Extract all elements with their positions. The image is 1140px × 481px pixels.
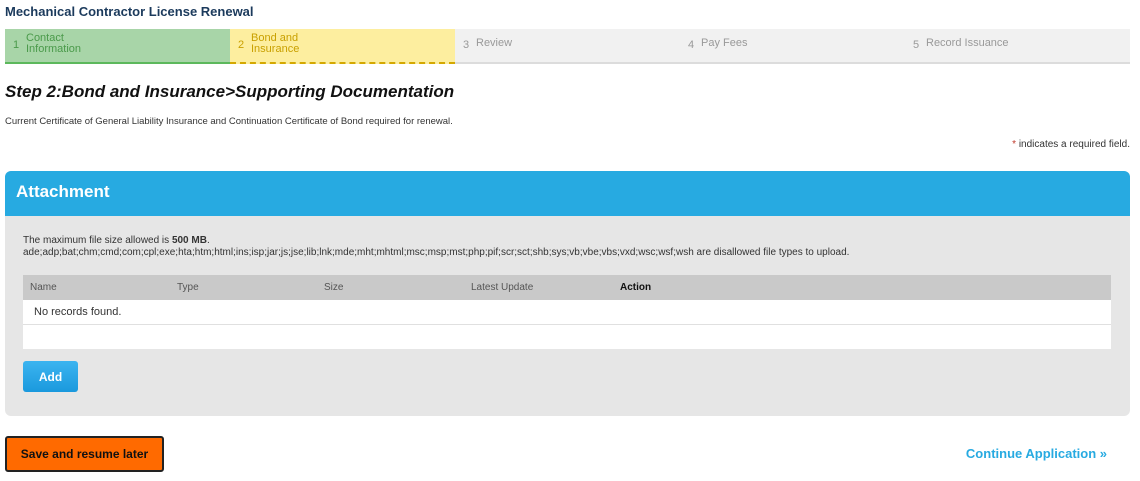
- save-and-resume-button[interactable]: Save and resume later: [5, 436, 164, 472]
- step-pay-fees: 4 Pay Fees: [680, 29, 905, 62]
- step-bond-and-insurance: 2 Bond and Insurance: [230, 29, 455, 64]
- step-label: Pay Fees: [701, 37, 748, 49]
- step-number: 2: [238, 39, 245, 51]
- step-heading: Step 2:Bond and Insurance>Supporting Doc…: [5, 82, 455, 101]
- file-size-note: The maximum file size allowed is 500 MB.…: [23, 235, 849, 259]
- step-record-issuance: 5 Record Issuance: [905, 29, 1130, 62]
- attachment-table: Name Type Size Latest Update Action No r…: [23, 275, 1111, 349]
- step-label: Bond and Insurance: [251, 32, 300, 55]
- max-size-suffix: .: [206, 235, 210, 246]
- step-contact-information[interactable]: 1 Contact Information: [5, 29, 230, 64]
- step-number: 3: [463, 39, 470, 51]
- column-size[interactable]: Size: [324, 282, 343, 293]
- table-row: No records found.: [23, 300, 1111, 325]
- page-title: Mechanical Contractor License Renewal: [5, 4, 254, 19]
- step-review: 3 Review: [455, 29, 680, 62]
- column-type[interactable]: Type: [177, 282, 199, 293]
- step-label: Review: [476, 37, 513, 49]
- continue-application-link[interactable]: Continue Application »: [966, 446, 1107, 461]
- add-attachment-button[interactable]: Add: [23, 361, 78, 392]
- step-label: Contact Information: [26, 32, 82, 55]
- column-action: Action: [620, 282, 652, 293]
- max-size-prefix: The maximum file size allowed is: [23, 235, 172, 246]
- progress-steps: 1 Contact Information 2 Bond and Insuran…: [5, 29, 1130, 64]
- step-number: 4: [688, 39, 695, 51]
- required-field-note: * indicates a required field.: [1012, 139, 1130, 150]
- step-number: 5: [913, 39, 920, 51]
- required-note-text: indicates a required field.: [1018, 139, 1130, 150]
- disallowed-suffix: are disallowed file types to upload.: [693, 247, 850, 258]
- step-number: 1: [13, 39, 20, 51]
- attachment-panel: Attachment The maximum file size allowed…: [5, 171, 1130, 416]
- column-latest-update[interactable]: Latest Update: [471, 282, 533, 293]
- attachment-title: Attachment: [5, 171, 1130, 216]
- table-row-empty: [23, 325, 1111, 349]
- required-star: *: [1012, 139, 1017, 150]
- step-description: Current Certificate of General Liability…: [5, 116, 453, 127]
- step-label: Record Issuance: [926, 37, 1009, 49]
- max-size-value: 500 MB: [171, 235, 207, 246]
- column-name[interactable]: Name: [30, 282, 57, 293]
- disallowed-types: ade;adp;bat;chm;cmd;com;cpl;exe;hta;htm;…: [23, 247, 694, 258]
- table-header: Name Type Size Latest Update Action: [23, 275, 1111, 300]
- empty-message: No records found.: [34, 306, 122, 318]
